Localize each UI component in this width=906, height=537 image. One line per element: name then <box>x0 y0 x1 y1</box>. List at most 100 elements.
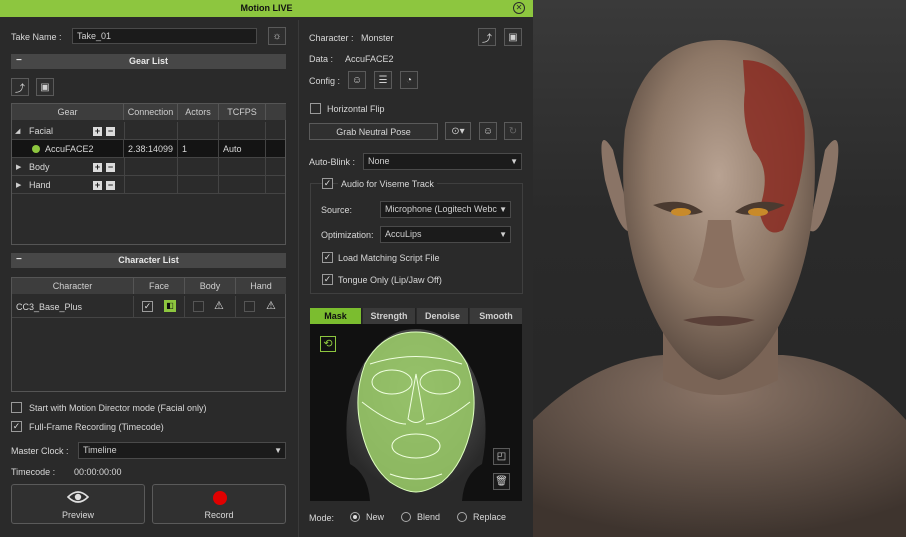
tongue-only-checkbox[interactable]: ✓ <box>322 274 333 285</box>
close-icon[interactable]: ✕ <box>513 2 525 14</box>
table-row[interactable]: ◢ Facial + − <box>12 122 285 140</box>
body-enable-checkbox[interactable] <box>193 301 204 312</box>
face-icon[interactable]: ☺ <box>479 122 497 140</box>
optimization-dropdown[interactable]: AccuLips ▼ <box>380 226 511 243</box>
horizontal-flip-label: Horizontal Flip <box>327 104 385 114</box>
data-value: AccuFACE2 <box>345 54 394 64</box>
timecode-label: Timecode : <box>11 467 56 477</box>
tongue-only-label: Tongue Only (Lip/Jaw Off) <box>338 275 442 285</box>
gear-connection: 2.38:14099 <box>124 140 178 158</box>
load-icon[interactable]: ⤴ <box>11 78 29 96</box>
tab-denoise[interactable]: Denoise <box>417 308 469 324</box>
remove-icon[interactable]: − <box>106 181 115 190</box>
mask-area[interactable]: ⟲ ◰ 🗑 <box>310 324 522 501</box>
add-icon[interactable]: + <box>93 163 102 172</box>
column-divider <box>298 20 299 537</box>
chevron-down-icon: ▼ <box>510 157 518 166</box>
table-row[interactable]: ▶ Hand + − <box>12 176 285 194</box>
record-button[interactable]: Record <box>152 484 286 524</box>
remove-icon[interactable]: − <box>106 163 115 172</box>
character-render <box>533 40 906 537</box>
face-mask-illustration <box>346 329 486 501</box>
horizontal-flip-checkbox[interactable] <box>310 103 321 114</box>
auto-blink-label: Auto-Blink : <box>309 157 356 167</box>
chevron-down-icon: ▼ <box>274 446 282 455</box>
body-col-header: Body <box>185 278 236 294</box>
face-enable-checkbox[interactable]: ✓ <box>142 301 153 312</box>
settings-icon[interactable]: ☼ <box>268 27 286 45</box>
character-list-title: Character List <box>118 255 179 265</box>
chevron-down-icon: ▼ <box>497 202 507 217</box>
gear-tcfps: Auto <box>219 140 266 158</box>
hand-enable-checkbox[interactable] <box>244 301 255 312</box>
source-dropdown[interactable]: Microphone (Logitech Webca ▼ <box>380 201 511 218</box>
status-dot-icon <box>32 145 40 153</box>
gear-col-header: Gear <box>12 104 124 120</box>
mode-replace-label: Replace <box>473 512 507 522</box>
character-name: CC3_Base_Plus <box>12 296 134 318</box>
record-icon <box>213 491 227 505</box>
title-bar: Motion LIVE ✕ <box>0 0 533 17</box>
character-list-header[interactable]: − Character List <box>11 253 286 268</box>
gear-list-header[interactable]: − Gear List <box>11 54 286 69</box>
tcfps-col-header: TCFPS <box>219 104 266 120</box>
preview-label: Preview <box>61 510 94 520</box>
config-profile-icon[interactable]: ◔ <box>400 71 418 89</box>
full-frame-checkbox[interactable]: ✓ <box>11 421 22 432</box>
load-script-checkbox[interactable]: ✓ <box>322 252 333 263</box>
table-row[interactable]: CC3_Base_Plus ✓ ◧ ⚠ ⚠ <box>12 296 285 318</box>
timecode-value: 00:00:00:00 <box>74 467 122 477</box>
face-gear-icon[interactable]: ◧ <box>164 300 176 312</box>
mask-tool-icon[interactable]: ⟲ <box>320 336 336 352</box>
window-title: Motion LIVE <box>240 3 293 13</box>
preview-button[interactable]: Preview <box>11 484 145 524</box>
master-clock-dropdown[interactable]: Timeline ▼ <box>78 442 286 459</box>
config-head-icon[interactable]: ☺ <box>348 71 366 89</box>
mask-select-icon[interactable]: ◰ <box>493 448 510 465</box>
face-frame-icon[interactable]: ⊙▾ <box>445 122 471 140</box>
add-icon[interactable]: + <box>93 127 102 136</box>
tab-mask[interactable]: Mask <box>310 308 362 324</box>
tab-smooth[interactable]: Smooth <box>470 308 522 324</box>
auto-blink-dropdown[interactable]: None ▼ <box>363 153 522 170</box>
save-icon[interactable]: ▣ <box>504 28 522 46</box>
tab-strength[interactable]: Strength <box>363 308 416 324</box>
audio-viseme-checkbox[interactable]: ✓ <box>322 178 333 189</box>
mode-blend-radio[interactable] <box>401 512 411 522</box>
character-value: Monster <box>361 33 394 43</box>
audio-viseme-label: Audio for Viseme Track <box>338 179 437 189</box>
connection-col-header: Connection <box>124 104 178 120</box>
actors-col-header: Actors <box>178 104 219 120</box>
config-list-icon[interactable]: ☰ <box>374 71 392 89</box>
3d-viewport[interactable] <box>533 0 906 537</box>
remove-icon[interactable]: − <box>106 127 115 136</box>
gear-list-title: Gear List <box>128 56 168 66</box>
master-clock-label: Master Clock : <box>11 446 69 456</box>
motion-director-checkbox[interactable] <box>11 402 22 413</box>
expand-icon[interactable]: ◢ <box>15 127 20 135</box>
character-label: Character : <box>309 33 354 43</box>
data-label: Data : <box>309 54 334 64</box>
reset-icon[interactable]: ↻ <box>504 122 522 140</box>
character-col-header: Character <box>12 278 134 294</box>
add-icon[interactable]: + <box>93 181 102 190</box>
load-script-label: Load Matching Script File <box>338 253 440 263</box>
take-name-input[interactable]: Take_01 <box>72 28 257 44</box>
expand-icon[interactable]: ▶ <box>16 181 21 189</box>
grab-neutral-pose-button[interactable]: Grab Neutral Pose <box>309 123 438 140</box>
mode-new-radio[interactable] <box>350 512 360 522</box>
expand-icon[interactable]: ▶ <box>16 163 21 171</box>
optimization-label: Optimization: <box>321 230 374 240</box>
save-icon[interactable]: ▣ <box>36 78 54 96</box>
trash-icon[interactable]: 🗑 <box>493 473 510 490</box>
mode-replace-radio[interactable] <box>457 512 467 522</box>
mode-blend-label: Blend <box>417 512 441 522</box>
source-label: Source: <box>321 205 353 215</box>
table-row-selected[interactable]: AccuFACE2 2.38:14099 1 Auto <box>12 140 285 158</box>
gear-table: Gear Connection Actors TCFPS ◢ Facial + … <box>11 103 286 245</box>
load-icon[interactable]: ⤴ <box>478 28 496 46</box>
gear-name: AccuFACE2 <box>41 140 124 158</box>
motion-director-label: Start with Motion Director mode (Facial … <box>29 403 207 413</box>
chevron-down-icon: ▼ <box>499 230 507 239</box>
table-row[interactable]: ▶ Body + − <box>12 158 285 176</box>
